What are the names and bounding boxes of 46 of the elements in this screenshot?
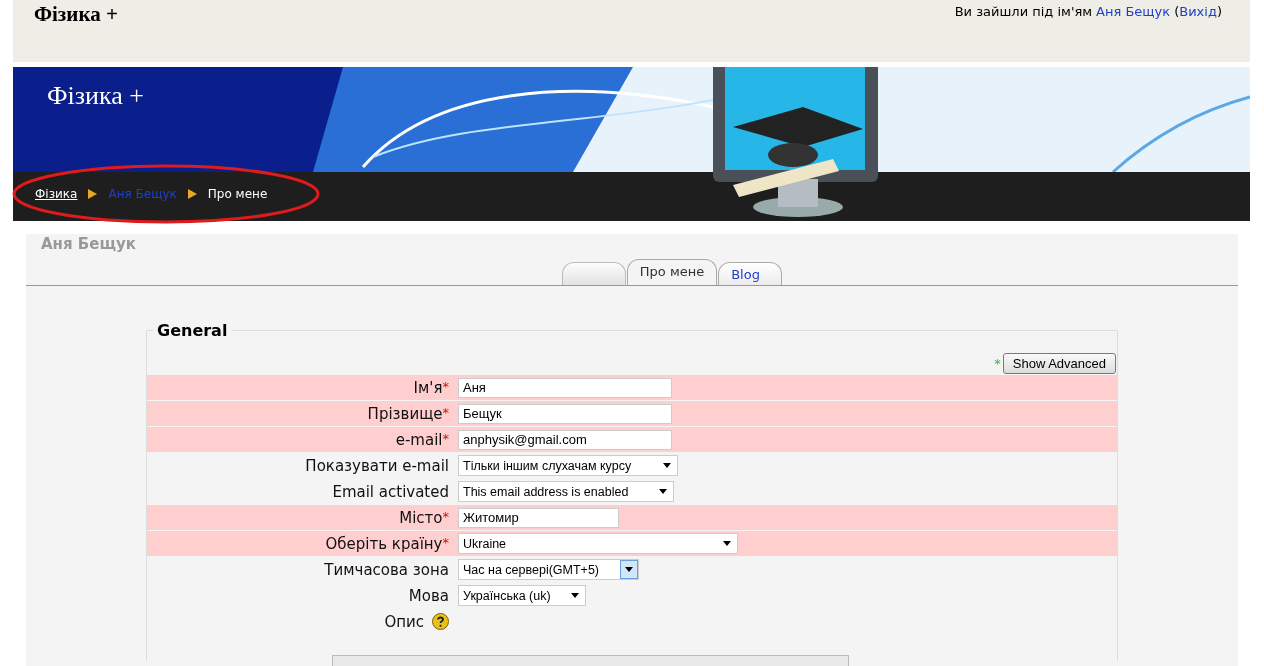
tab[interactable]: Blog xyxy=(718,262,783,285)
parenthesis: ( xyxy=(1174,4,1180,19)
breadcrumb-separator-icon xyxy=(187,189,197,199)
required-asterisk: * xyxy=(442,378,449,394)
show-advanced-button[interactable]: Show Advanced xyxy=(1002,352,1116,374)
dropdown-arrow-icon[interactable] xyxy=(625,567,633,572)
dropdown-arrow-icon[interactable] xyxy=(723,541,731,546)
parenthesis: ) xyxy=(1216,4,1222,19)
required-asterisk: * xyxy=(442,430,449,446)
text-field[interactable]: Житомир xyxy=(458,507,619,528)
page-title: Аня Бещук xyxy=(41,235,136,253)
field-label: Прізвище xyxy=(367,404,443,423)
dropdown-arrow-icon[interactable] xyxy=(659,489,667,494)
field-label: Показувати e-mail xyxy=(305,456,449,475)
dropdown-arrow-icon[interactable] xyxy=(571,593,579,598)
field-label: Опис xyxy=(384,612,424,631)
text-field[interactable]: anphysik@gmail.com xyxy=(458,429,672,450)
required-asterisk: * xyxy=(442,534,449,550)
required-asterisk: * xyxy=(442,508,449,524)
field-label: e-mail xyxy=(395,430,443,449)
logout-link[interactable]: Вихід xyxy=(1179,4,1217,19)
field-label: Email activated xyxy=(332,482,449,501)
field-label: Мова xyxy=(408,586,449,605)
field-label: Ім'я xyxy=(413,378,443,397)
user-link[interactable]: Аня Бещук xyxy=(1096,4,1171,19)
breadcrumb-item[interactable]: Фізика xyxy=(35,187,78,201)
field-label: Тимчасова зона xyxy=(324,560,449,579)
tab[interactable]: Про мене xyxy=(626,259,718,285)
login-text: Ви зайшли під ім'ям xyxy=(954,4,1093,19)
breadcrumb-separator-icon xyxy=(88,189,98,199)
text-field[interactable]: Бещук xyxy=(458,403,672,424)
banner-title: Фізика + xyxy=(47,81,144,111)
dropdown[interactable]: Тільки іншим слухачам курсу xyxy=(458,455,678,476)
field-label: Оберіть країну xyxy=(325,534,443,553)
dropdown[interactable]: Ukraine xyxy=(458,533,738,554)
breadcrumb-item[interactable]: Про мене xyxy=(207,187,268,201)
text-field[interactable]: Аня xyxy=(458,377,672,398)
help-icon[interactable] xyxy=(432,613,449,630)
site-name: Фізика + xyxy=(34,2,118,27)
dropdown[interactable]: Українська (uk) xyxy=(458,585,586,606)
dropdown-arrow-icon[interactable] xyxy=(663,463,671,468)
dropdown[interactable]: This email address is enabled xyxy=(458,481,674,502)
field-label: Місто xyxy=(399,508,443,527)
required-asterisk: * xyxy=(442,404,449,420)
dropdown[interactable]: Час на сервері(GMT+5) xyxy=(458,559,639,580)
advanced-asterisk: * xyxy=(994,355,1001,371)
